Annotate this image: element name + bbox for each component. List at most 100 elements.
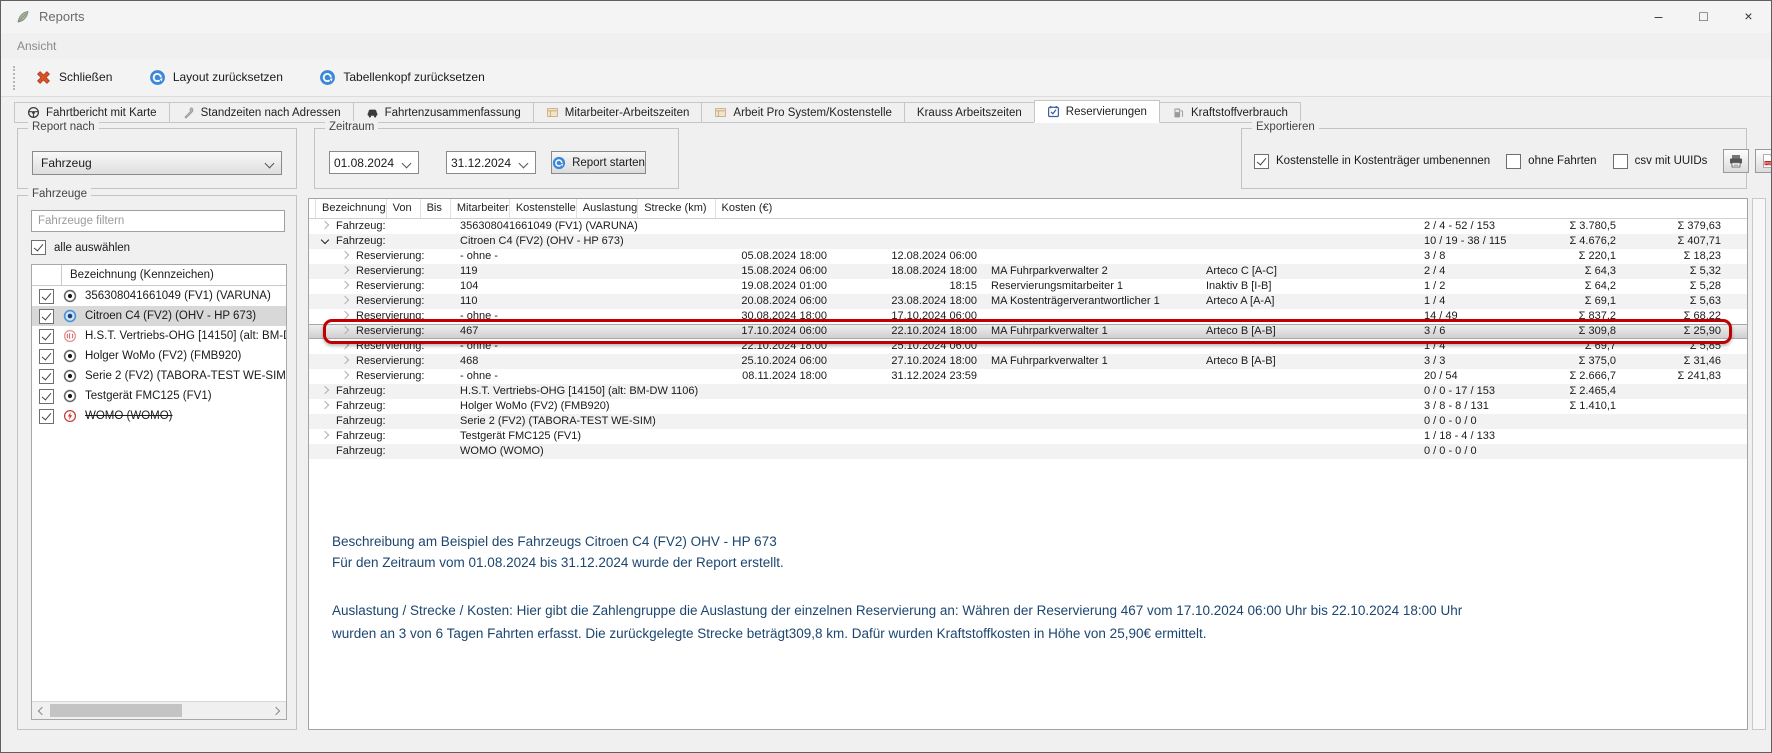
table-row[interactable]: Reservierung: 119 15.08.2024 06:00 18.08… [309, 264, 1747, 279]
cell-auslastung: 0 / 0 - 0 / 0 [1418, 414, 1522, 429]
menu-ansicht[interactable]: Ansicht [9, 33, 64, 59]
export-checkbox[interactable]: Kostenstelle in Kostenträger umbenennen [1254, 154, 1490, 169]
column-header[interactable]: Von [387, 199, 421, 218]
column-header[interactable]: Kosten (€) [716, 199, 801, 218]
tab[interactable]: Mitarbeiter-Arbeitszeiten [533, 102, 703, 123]
cell-von: 25.10.2024 06:00 [722, 354, 835, 369]
checkbox[interactable] [39, 369, 54, 384]
export-checkbox[interactable]: ohne Fahrten [1506, 154, 1596, 169]
cell-auslastung: 3 / 6 [1418, 324, 1522, 339]
vehicle-list-item[interactable]: WOMO (WOMO) [32, 406, 286, 426]
cell-mitarbeiter: MA Fuhrparkverwalter 1 [985, 324, 1200, 339]
checkbox[interactable] [39, 309, 54, 324]
report-start-button[interactable]: Report starten [551, 151, 646, 174]
cell-mitarbeiter [985, 399, 1200, 414]
table-row[interactable]: Reservierung: 467 17.10.2024 06:00 22.10… [309, 324, 1747, 339]
expander-icon[interactable] [341, 326, 349, 334]
cell-strecke [1522, 429, 1624, 444]
tab[interactable]: Reservierungen [1034, 100, 1160, 123]
table-row[interactable]: Fahrzeug: H.S.T. Vertriebs-OHG [14150] (… [309, 384, 1747, 399]
vehicle-list-item[interactable]: 356308041661049 (FV1) (VARUNA) [32, 286, 286, 306]
expander-icon[interactable] [341, 311, 349, 319]
checkbox[interactable] [39, 329, 54, 344]
minimize-button[interactable]: – [1636, 1, 1681, 31]
checkbox[interactable] [39, 289, 54, 304]
exportieren-legend: Exportieren [1252, 121, 1319, 133]
expander-icon[interactable] [321, 236, 329, 244]
expander-icon[interactable] [341, 356, 349, 364]
column-header[interactable] [309, 199, 316, 218]
scrollbar-thumb[interactable] [50, 704, 182, 717]
close-button[interactable]: × [1726, 1, 1771, 31]
checkbox[interactable] [39, 389, 54, 404]
tab[interactable]: Kraftstoffverbrauch [1159, 102, 1301, 123]
expander-icon[interactable] [341, 341, 349, 349]
export-button[interactable] [1723, 149, 1749, 173]
checkbox[interactable] [1254, 154, 1269, 169]
checkbox[interactable] [39, 349, 54, 364]
checkbox[interactable] [39, 409, 54, 424]
expander-icon[interactable] [321, 386, 329, 394]
vehicle-list-item[interactable]: H.S.T. Vertriebs-OHG [14150] (alt: BM-DW… [32, 326, 286, 346]
column-header[interactable]: Auslastung [577, 199, 638, 218]
export-checkbox[interactable]: csv mit UUIDs [1613, 154, 1708, 169]
scroll-left-arrow[interactable] [32, 702, 49, 719]
bolt-icon [63, 409, 77, 423]
tab[interactable]: Fahrtenzusammenfassung [353, 102, 534, 123]
vehicle-list-item[interactable]: Testgerät FMC125 (FV1) [32, 386, 286, 406]
vehicle-filter-input[interactable] [31, 210, 285, 232]
table-row[interactable]: Fahrzeug: Testgerät FMC125 (FV1) 1 / 18 … [309, 429, 1747, 444]
expander-icon[interactable] [341, 281, 349, 289]
report-type-select[interactable]: Fahrzeug [32, 151, 282, 175]
column-header[interactable]: Kostenstelle [510, 199, 577, 218]
table-row[interactable]: Fahrzeug: Serie 2 (FV2) (TABORA-TEST WE-… [309, 414, 1747, 429]
vehicle-list-item[interactable]: Serie 2 (FV2) (TABORA-TEST WE-SIM) [32, 366, 286, 386]
table-row[interactable]: Reservierung: 110 20.08.2024 06:00 23.08… [309, 294, 1747, 309]
column-header[interactable]: Bis [421, 199, 451, 218]
checkbox[interactable] [1506, 154, 1521, 169]
column-header[interactable]: Bezeichnung [316, 199, 387, 218]
expander-icon[interactable] [341, 251, 349, 259]
table-row[interactable]: Reservierung: - ohne - 30.08.2024 18:00 … [309, 309, 1747, 324]
maximize-button[interactable]: □ [1681, 1, 1726, 31]
expander-icon[interactable] [321, 221, 329, 229]
vehicle-list-item[interactable]: Holger WoMo (FV2) (FMB920) [32, 346, 286, 366]
column-header[interactable]: Mitarbeiter [451, 199, 510, 218]
cell-von [722, 384, 835, 399]
column-header[interactable]: Strecke (km) [638, 199, 715, 218]
toolbar-button[interactable]: Tabellenkopf zurücksetzen [309, 65, 494, 90]
table-row[interactable]: Reservierung: - ohne - 05.08.2024 18:00 … [309, 249, 1747, 264]
expander-icon[interactable] [341, 371, 349, 379]
toolbar-button[interactable]: Layout zurücksetzen [139, 65, 293, 90]
toolbar-button[interactable]: Schließen [25, 65, 122, 90]
checkbox[interactable] [1613, 154, 1628, 169]
expander-icon[interactable] [321, 401, 329, 409]
expander-icon[interactable] [321, 431, 329, 439]
tab[interactable]: Fahrtbericht mit Karte [14, 102, 170, 123]
date-to-select[interactable]: 31.12.2024 [446, 151, 536, 174]
scroll-right-arrow[interactable] [269, 702, 286, 719]
expander-icon[interactable] [341, 266, 349, 274]
tab[interactable]: Krauss Arbeitszeiten [904, 102, 1035, 123]
date-from-select[interactable]: 01.08.2024 [329, 151, 419, 174]
cell-strecke [1522, 414, 1624, 429]
table-row[interactable]: Fahrzeug: Citroen C4 (FV2) (OHV - HP 673… [309, 234, 1747, 249]
vehicle-list-header: Bezeichnung (Kennzeichen) [32, 265, 286, 286]
horizontal-scrollbar[interactable] [32, 701, 286, 719]
tab[interactable]: Arbeit Pro System/Kostenstelle [701, 102, 905, 123]
table-row[interactable]: Fahrzeug: Holger WoMo (FV2) (FMB920) 3 /… [309, 399, 1747, 414]
export-button[interactable] [1755, 149, 1772, 173]
table-row[interactable]: Reservierung: - ohne - 22.10.2024 18:00 … [309, 339, 1747, 354]
vehicle-list-item[interactable]: Citroen C4 (FV2) (OHV - HP 673) [32, 306, 286, 326]
table-row[interactable]: Reservierung: 468 25.10.2024 06:00 27.10… [309, 354, 1747, 369]
expander-icon[interactable] [341, 296, 349, 304]
table-row[interactable]: Fahrzeug: WOMO (WOMO) 0 / 0 - 0 / 0 [309, 444, 1747, 459]
tab[interactable]: Standzeiten nach Adressen [169, 102, 354, 123]
vertical-scrollbar[interactable] [1752, 198, 1766, 730]
table-row[interactable]: Reservierung: - ohne - 08.11.2024 18:00 … [309, 369, 1747, 384]
select-all-checkbox[interactable]: alle auswählen [31, 240, 130, 255]
table-row[interactable]: Reservierung: 104 19.08.2024 01:00 18:15… [309, 279, 1747, 294]
table-row[interactable]: Fahrzeug: 356308041661049 (FV1) (VARUNA)… [309, 219, 1747, 234]
checkbox[interactable] [31, 240, 46, 255]
toolbar-grip[interactable] [13, 66, 19, 90]
